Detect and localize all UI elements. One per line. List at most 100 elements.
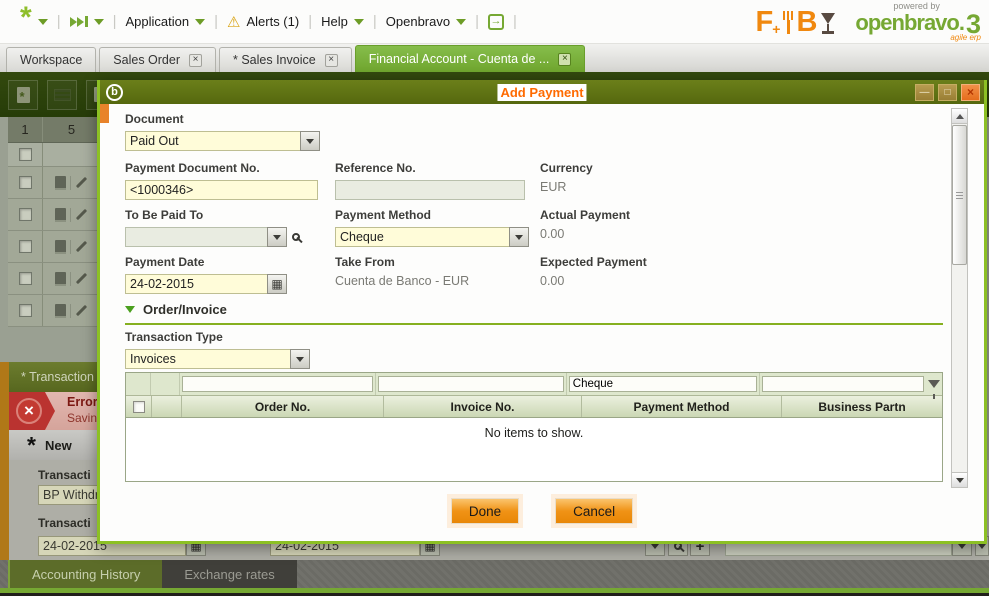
checkbox[interactable] xyxy=(18,176,32,189)
tab-accounting-history[interactable]: Accounting History xyxy=(8,560,163,588)
fast-forward-icon xyxy=(69,16,88,27)
menu-separator: | xyxy=(214,13,219,30)
column-header[interactable]: Business Partn xyxy=(782,396,942,417)
tab-exchange-rates[interactable]: Exchange rates xyxy=(162,560,297,588)
document-tab-bar: Workspace Sales Order × * Sales Invoice … xyxy=(0,44,989,72)
expected-payment-label: Expected Payment xyxy=(540,255,647,269)
tab-sales-invoice[interactable]: * Sales Invoice × xyxy=(219,47,352,72)
scroll-up-arrow[interactable] xyxy=(952,109,967,124)
chevron-down-icon[interactable] xyxy=(290,349,310,369)
document-select-value[interactable]: Paid Out xyxy=(125,131,301,151)
checkbox[interactable] xyxy=(18,304,32,317)
checkbox[interactable] xyxy=(18,148,32,161)
menu-help-label: Help xyxy=(321,14,348,29)
menu-separator: | xyxy=(513,13,517,30)
document-select[interactable]: Paid Out xyxy=(125,131,320,151)
menu-openbravo[interactable]: Openbravo xyxy=(386,14,467,29)
business-partner-filter-input[interactable] xyxy=(761,376,924,392)
bottom-green-strip xyxy=(0,588,989,593)
checkbox[interactable] xyxy=(18,240,32,253)
column-header[interactable]: Order No. xyxy=(182,396,384,417)
filter-funnel-icon[interactable] xyxy=(927,380,940,399)
reference-field-group: Reference No. xyxy=(335,161,525,200)
wine-glass-icon xyxy=(821,13,836,34)
transaction-date-label: Transacti xyxy=(38,516,91,530)
fork-icon xyxy=(783,11,794,34)
section-collapse-icon[interactable] xyxy=(125,306,135,313)
document-icon[interactable] xyxy=(55,239,66,254)
grid-view-button[interactable] xyxy=(47,79,77,110)
openbravo-bubble-icon: b xyxy=(106,83,123,101)
dialog-titlebar[interactable]: b Add Payment — □ × xyxy=(100,80,984,104)
scrollbar-thumb[interactable] xyxy=(952,125,967,265)
menu-help[interactable]: Help xyxy=(321,14,364,29)
table-empty-message: No items to show. xyxy=(484,426,584,440)
warning-icon: ⚠ xyxy=(227,13,241,31)
tab-sales-order[interactable]: Sales Order × xyxy=(99,47,216,72)
order-no-filter-input[interactable] xyxy=(182,376,373,392)
cancel-button[interactable]: Cancel xyxy=(555,498,634,524)
bottom-tabs: Accounting History Exchange rates xyxy=(0,560,989,588)
column-header[interactable]: Invoice No. xyxy=(384,396,582,417)
close-icon[interactable]: × xyxy=(324,53,338,67)
document-icon[interactable] xyxy=(55,175,66,190)
calendar-icon[interactable]: ▦ xyxy=(267,274,287,294)
take-from-field-group: Take From Cuenta de Banco - EUR xyxy=(335,255,469,288)
bottom-bar: Accounting History Exchange rates xyxy=(0,560,989,596)
new-document-icon xyxy=(16,86,30,104)
close-icon[interactable]: × xyxy=(961,83,980,101)
reference-label: Reference No. xyxy=(335,161,416,175)
document-icon[interactable] xyxy=(55,303,66,318)
take-from-value: Cuenta de Banco - EUR xyxy=(335,274,470,288)
close-icon[interactable]: × xyxy=(189,53,202,67)
quick-create-menu[interactable]: * xyxy=(20,2,48,33)
checkbox[interactable] xyxy=(18,272,32,285)
invoice-no-filter-input[interactable] xyxy=(377,376,564,392)
payment-date-field-group: Payment Date ▦ xyxy=(125,255,287,294)
done-button[interactable]: Done xyxy=(450,498,520,524)
select-all-checkbox[interactable] xyxy=(132,400,145,413)
close-icon[interactable]: × xyxy=(558,52,572,66)
dialog-scrollbar[interactable] xyxy=(951,108,968,488)
payment-method-select[interactable]: Cheque xyxy=(335,227,529,247)
menu-application[interactable]: Application xyxy=(126,14,206,29)
edit-icon[interactable] xyxy=(75,272,88,285)
scroll-down-arrow[interactable] xyxy=(952,472,967,487)
reference-input[interactable] xyxy=(335,180,525,200)
edit-icon[interactable] xyxy=(75,304,88,317)
transaction-type-value[interactable]: Invoices xyxy=(125,349,291,369)
column-header[interactable]: Payment Method xyxy=(582,396,782,417)
search-icon[interactable] xyxy=(286,227,306,247)
to-be-paid-input[interactable] xyxy=(125,227,268,247)
quick-launch-menu[interactable] xyxy=(69,16,104,27)
dialog-button-row: Done Cancel xyxy=(100,498,984,524)
order-invoice-section-header[interactable]: Order/Invoice xyxy=(125,302,943,325)
edit-icon[interactable] xyxy=(75,176,88,189)
payment-method-value[interactable]: Cheque xyxy=(335,227,510,247)
payment-doc-no-input[interactable] xyxy=(125,180,318,200)
checkbox[interactable] xyxy=(18,208,32,221)
section-title: Order/Invoice xyxy=(143,302,227,317)
minimize-icon[interactable]: — xyxy=(915,83,934,101)
maximize-icon[interactable]: □ xyxy=(938,83,957,101)
payment-method-label: Payment Method xyxy=(335,208,432,222)
form-accent-nub xyxy=(100,104,109,123)
edit-icon[interactable] xyxy=(75,240,88,253)
order-invoice-table: Order No. Invoice No. Payment Method Bus… xyxy=(125,372,943,482)
edit-icon[interactable] xyxy=(75,208,88,221)
tab-workspace[interactable]: Workspace xyxy=(6,47,97,72)
payment-method-filter-input[interactable] xyxy=(568,376,757,392)
chevron-down-icon xyxy=(93,18,104,25)
tab-financial-account[interactable]: Financial Account - Cuenta de ... × xyxy=(354,45,586,72)
expected-payment-value: 0.00 xyxy=(540,274,565,288)
new-record-button[interactable] xyxy=(8,79,38,110)
logout-button[interactable]: → xyxy=(488,13,504,30)
document-icon[interactable] xyxy=(55,207,66,222)
transaction-type-select[interactable]: Invoices xyxy=(125,349,310,369)
menu-alerts[interactable]: ⚠ Alerts (1) xyxy=(227,13,299,31)
payment-date-input[interactable] xyxy=(125,274,268,294)
chevron-down-icon[interactable] xyxy=(509,227,529,247)
document-icon[interactable] xyxy=(55,271,66,286)
chevron-down-icon[interactable] xyxy=(300,131,320,151)
chevron-down-icon[interactable] xyxy=(267,227,287,247)
